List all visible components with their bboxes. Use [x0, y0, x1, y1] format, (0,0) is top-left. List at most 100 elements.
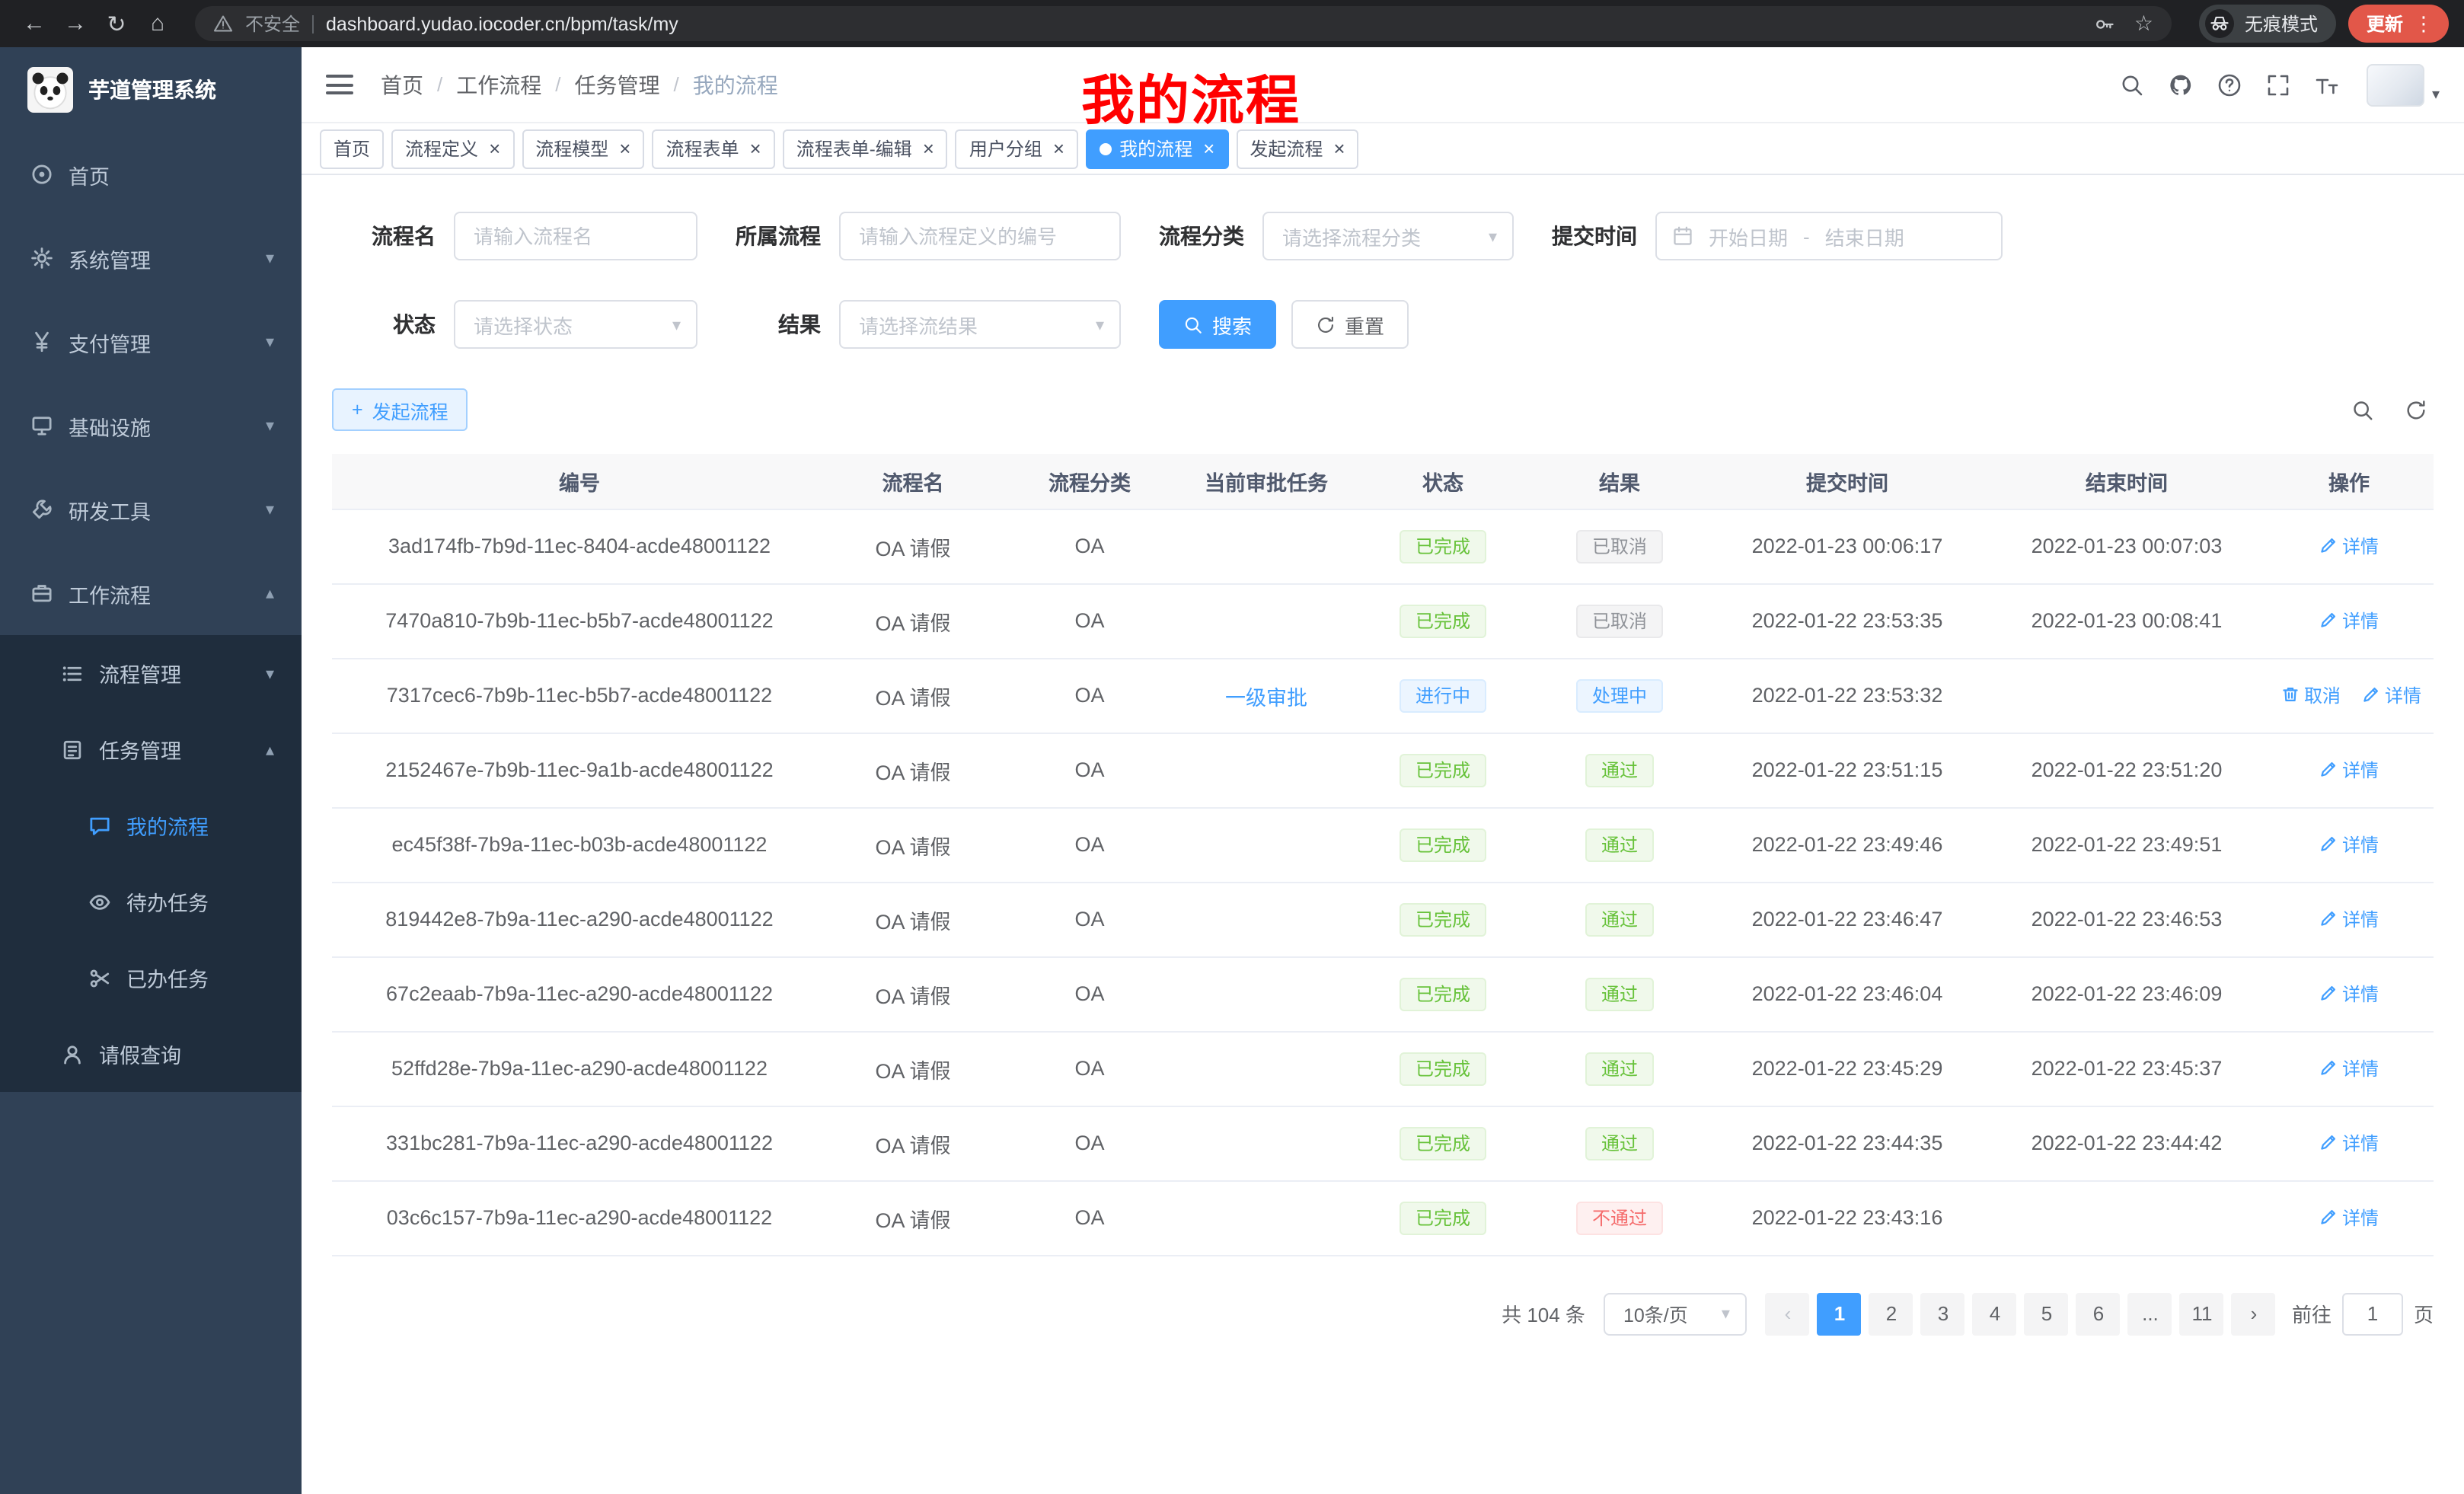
page-button-2[interactable]: 2 [1869, 1292, 1913, 1335]
detail-button[interactable]: 详情 [2319, 981, 2379, 1007]
tab-流程表单-编辑[interactable]: 流程表单-编辑× [783, 129, 948, 168]
cell-name: OA 请假 [827, 1106, 999, 1180]
page-button-3[interactable]: 3 [1921, 1292, 1965, 1335]
sidebar-item-workflow[interactable]: 工作流程▴ [0, 551, 302, 635]
process-name-label: 流程名 [332, 221, 436, 251]
fullscreen-icon[interactable] [2266, 72, 2290, 97]
sidebar-item-devtools[interactable]: 研发工具▾ [0, 468, 302, 551]
submit-time-range-picker[interactable]: 开始日期 - 结束日期 [1655, 212, 2003, 260]
page-ellipsis[interactable]: ... [2128, 1292, 2172, 1335]
back-icon[interactable]: ← [15, 5, 53, 43]
process-def-input[interactable] [839, 212, 1121, 260]
page-button-5[interactable]: 5 [2025, 1292, 2069, 1335]
table-row: 03c6c157-7b9a-11ec-a290-acde48001122OA 请… [332, 1180, 2434, 1255]
cell-category: OA [999, 509, 1180, 583]
page-button-11[interactable]: 11 [2180, 1292, 2224, 1335]
close-icon[interactable]: × [1333, 139, 1345, 158]
task-link[interactable]: 一级审批 [1225, 686, 1307, 709]
reload-icon[interactable]: ↻ [97, 5, 136, 43]
work-icon [30, 582, 53, 605]
detail-button[interactable]: 详情 [2319, 832, 2379, 857]
cell-category: OA [999, 733, 1180, 807]
cancel-button[interactable]: 取消 [2281, 682, 2341, 708]
cell-end-time: 2022-01-22 23:44:42 [1989, 1106, 2265, 1180]
sidebar-item-task-mgmt[interactable]: 任务管理▴ [0, 711, 302, 787]
update-button[interactable]: 更新 ⋮ [2348, 5, 2449, 43]
close-icon[interactable]: × [750, 139, 761, 158]
goto-page-input[interactable] [2342, 1292, 2403, 1335]
search-button[interactable]: 搜索 [1159, 300, 1276, 349]
tabs-bar: 首页流程定义×流程模型×流程表单×流程表单-编辑×用户分组×我的流程×发起流程× [302, 123, 2464, 175]
sidebar-item-my-process[interactable]: 我的流程 [0, 787, 302, 864]
breadcrumb-task-mgmt[interactable]: 任务管理 [575, 69, 660, 100]
next-page-button[interactable]: › [2232, 1292, 2276, 1335]
table-search-toggle-icon[interactable] [2351, 398, 2374, 421]
hamburger-icon[interactable] [326, 75, 353, 94]
close-icon[interactable]: × [1203, 139, 1214, 158]
address-bar[interactable]: 不安全 dashboard.yudao.iocoder.cn/bpm/task/… [195, 6, 2172, 41]
tab-流程模型[interactable]: 流程模型× [522, 129, 644, 168]
detail-button[interactable]: 详情 [2319, 608, 2379, 634]
font-size-icon[interactable] [2315, 72, 2339, 97]
help-icon[interactable] [2217, 72, 2242, 97]
user-avatar[interactable]: ▾ [2367, 63, 2440, 106]
cell-id: 7470a810-7b9b-11ec-b5b7-acde48001122 [332, 583, 827, 658]
total-count: 共 104 条 [1502, 1299, 1585, 1328]
cell-end-time: 2022-01-22 23:49:51 [1989, 807, 2265, 882]
sidebar-item-todo-task[interactable]: 待办任务 [0, 864, 302, 940]
github-icon[interactable] [2169, 72, 2193, 97]
cell-result: 已取消 [1534, 509, 1706, 583]
result-select[interactable]: 请选择流结果 ▾ [839, 300, 1121, 349]
table-refresh-icon[interactable] [2405, 398, 2427, 421]
content: 流程名 所属流程 流程分类 请选择流程分类 ▾ [302, 175, 2464, 1494]
cell-end-time: 2022-01-22 23:46:53 [1989, 882, 2265, 956]
detail-button[interactable]: 详情 [2319, 1055, 2379, 1081]
close-icon[interactable]: × [1053, 139, 1064, 158]
plus-icon: + [352, 399, 363, 420]
status-tag: 已完成 [1400, 529, 1486, 563]
status-select[interactable]: 请选择状态 ▾ [454, 300, 697, 349]
tab-流程定义[interactable]: 流程定义× [391, 129, 514, 168]
breadcrumb-home[interactable]: 首页 [381, 69, 423, 100]
detail-button[interactable]: 详情 [2319, 757, 2379, 783]
page-button-1[interactable]: 1 [1818, 1292, 1862, 1335]
sidebar-item-done-task[interactable]: 已办任务 [0, 940, 302, 1016]
cell-actions: 详情 [2265, 807, 2434, 882]
browser-home-icon[interactable]: ⌂ [139, 5, 177, 43]
close-icon[interactable]: × [619, 139, 630, 158]
close-icon[interactable]: × [489, 139, 500, 158]
tab-首页[interactable]: 首页 [320, 129, 384, 168]
sidebar-item-leave-query[interactable]: 请假查询 [0, 1016, 302, 1092]
browser-menu-dots-icon[interactable]: ⋮ [2414, 11, 2434, 36]
breadcrumb-workflow[interactable]: 工作流程 [456, 69, 541, 100]
password-key-icon[interactable] [2095, 13, 2116, 34]
status-tag: 已完成 [1400, 902, 1486, 936]
detail-button[interactable]: 详情 [2319, 533, 2379, 559]
close-icon[interactable]: × [923, 139, 934, 158]
cell-id: 03c6c157-7b9a-11ec-a290-acde48001122 [332, 1180, 827, 1255]
page-size-select[interactable]: 10条/页 ▾ [1604, 1292, 1747, 1335]
page-button-6[interactable]: 6 [2076, 1292, 2121, 1335]
detail-button[interactable]: 详情 [2362, 682, 2421, 708]
cell-status: 已完成 [1352, 1106, 1534, 1180]
sidebar-item-payment[interactable]: 支付管理▾ [0, 300, 302, 384]
create-process-button[interactable]: + 发起流程 [332, 388, 468, 431]
process-name-input[interactable] [454, 212, 697, 260]
sidebar-item-home[interactable]: 首页 [0, 132, 302, 216]
reset-button[interactable]: 重置 [1291, 300, 1409, 349]
detail-button[interactable]: 详情 [2319, 1130, 2379, 1156]
sidebar-item-system[interactable]: 系统管理▾ [0, 216, 302, 300]
navbar-search-icon[interactable] [2120, 72, 2144, 97]
sidebar-item-infra[interactable]: 基础设施▾ [0, 384, 302, 468]
page-button-4[interactable]: 4 [1973, 1292, 2017, 1335]
tab-流程表单[interactable]: 流程表单× [652, 129, 774, 168]
detail-button[interactable]: 详情 [2319, 906, 2379, 932]
forward-icon[interactable]: → [56, 5, 94, 43]
sidebar-item-process-mgmt[interactable]: 流程管理▾ [0, 635, 302, 711]
filter-row-1: 流程名 所属流程 流程分类 请选择流程分类 ▾ [332, 212, 2434, 260]
detail-button[interactable]: 详情 [2319, 1205, 2379, 1231]
prev-page-button[interactable]: ‹ [1766, 1292, 1810, 1335]
bookmark-star-icon[interactable]: ☆ [2134, 11, 2153, 37]
category-select[interactable]: 请选择流程分类 ▾ [1262, 212, 1514, 260]
tab-用户分组[interactable]: 用户分组× [956, 129, 1078, 168]
